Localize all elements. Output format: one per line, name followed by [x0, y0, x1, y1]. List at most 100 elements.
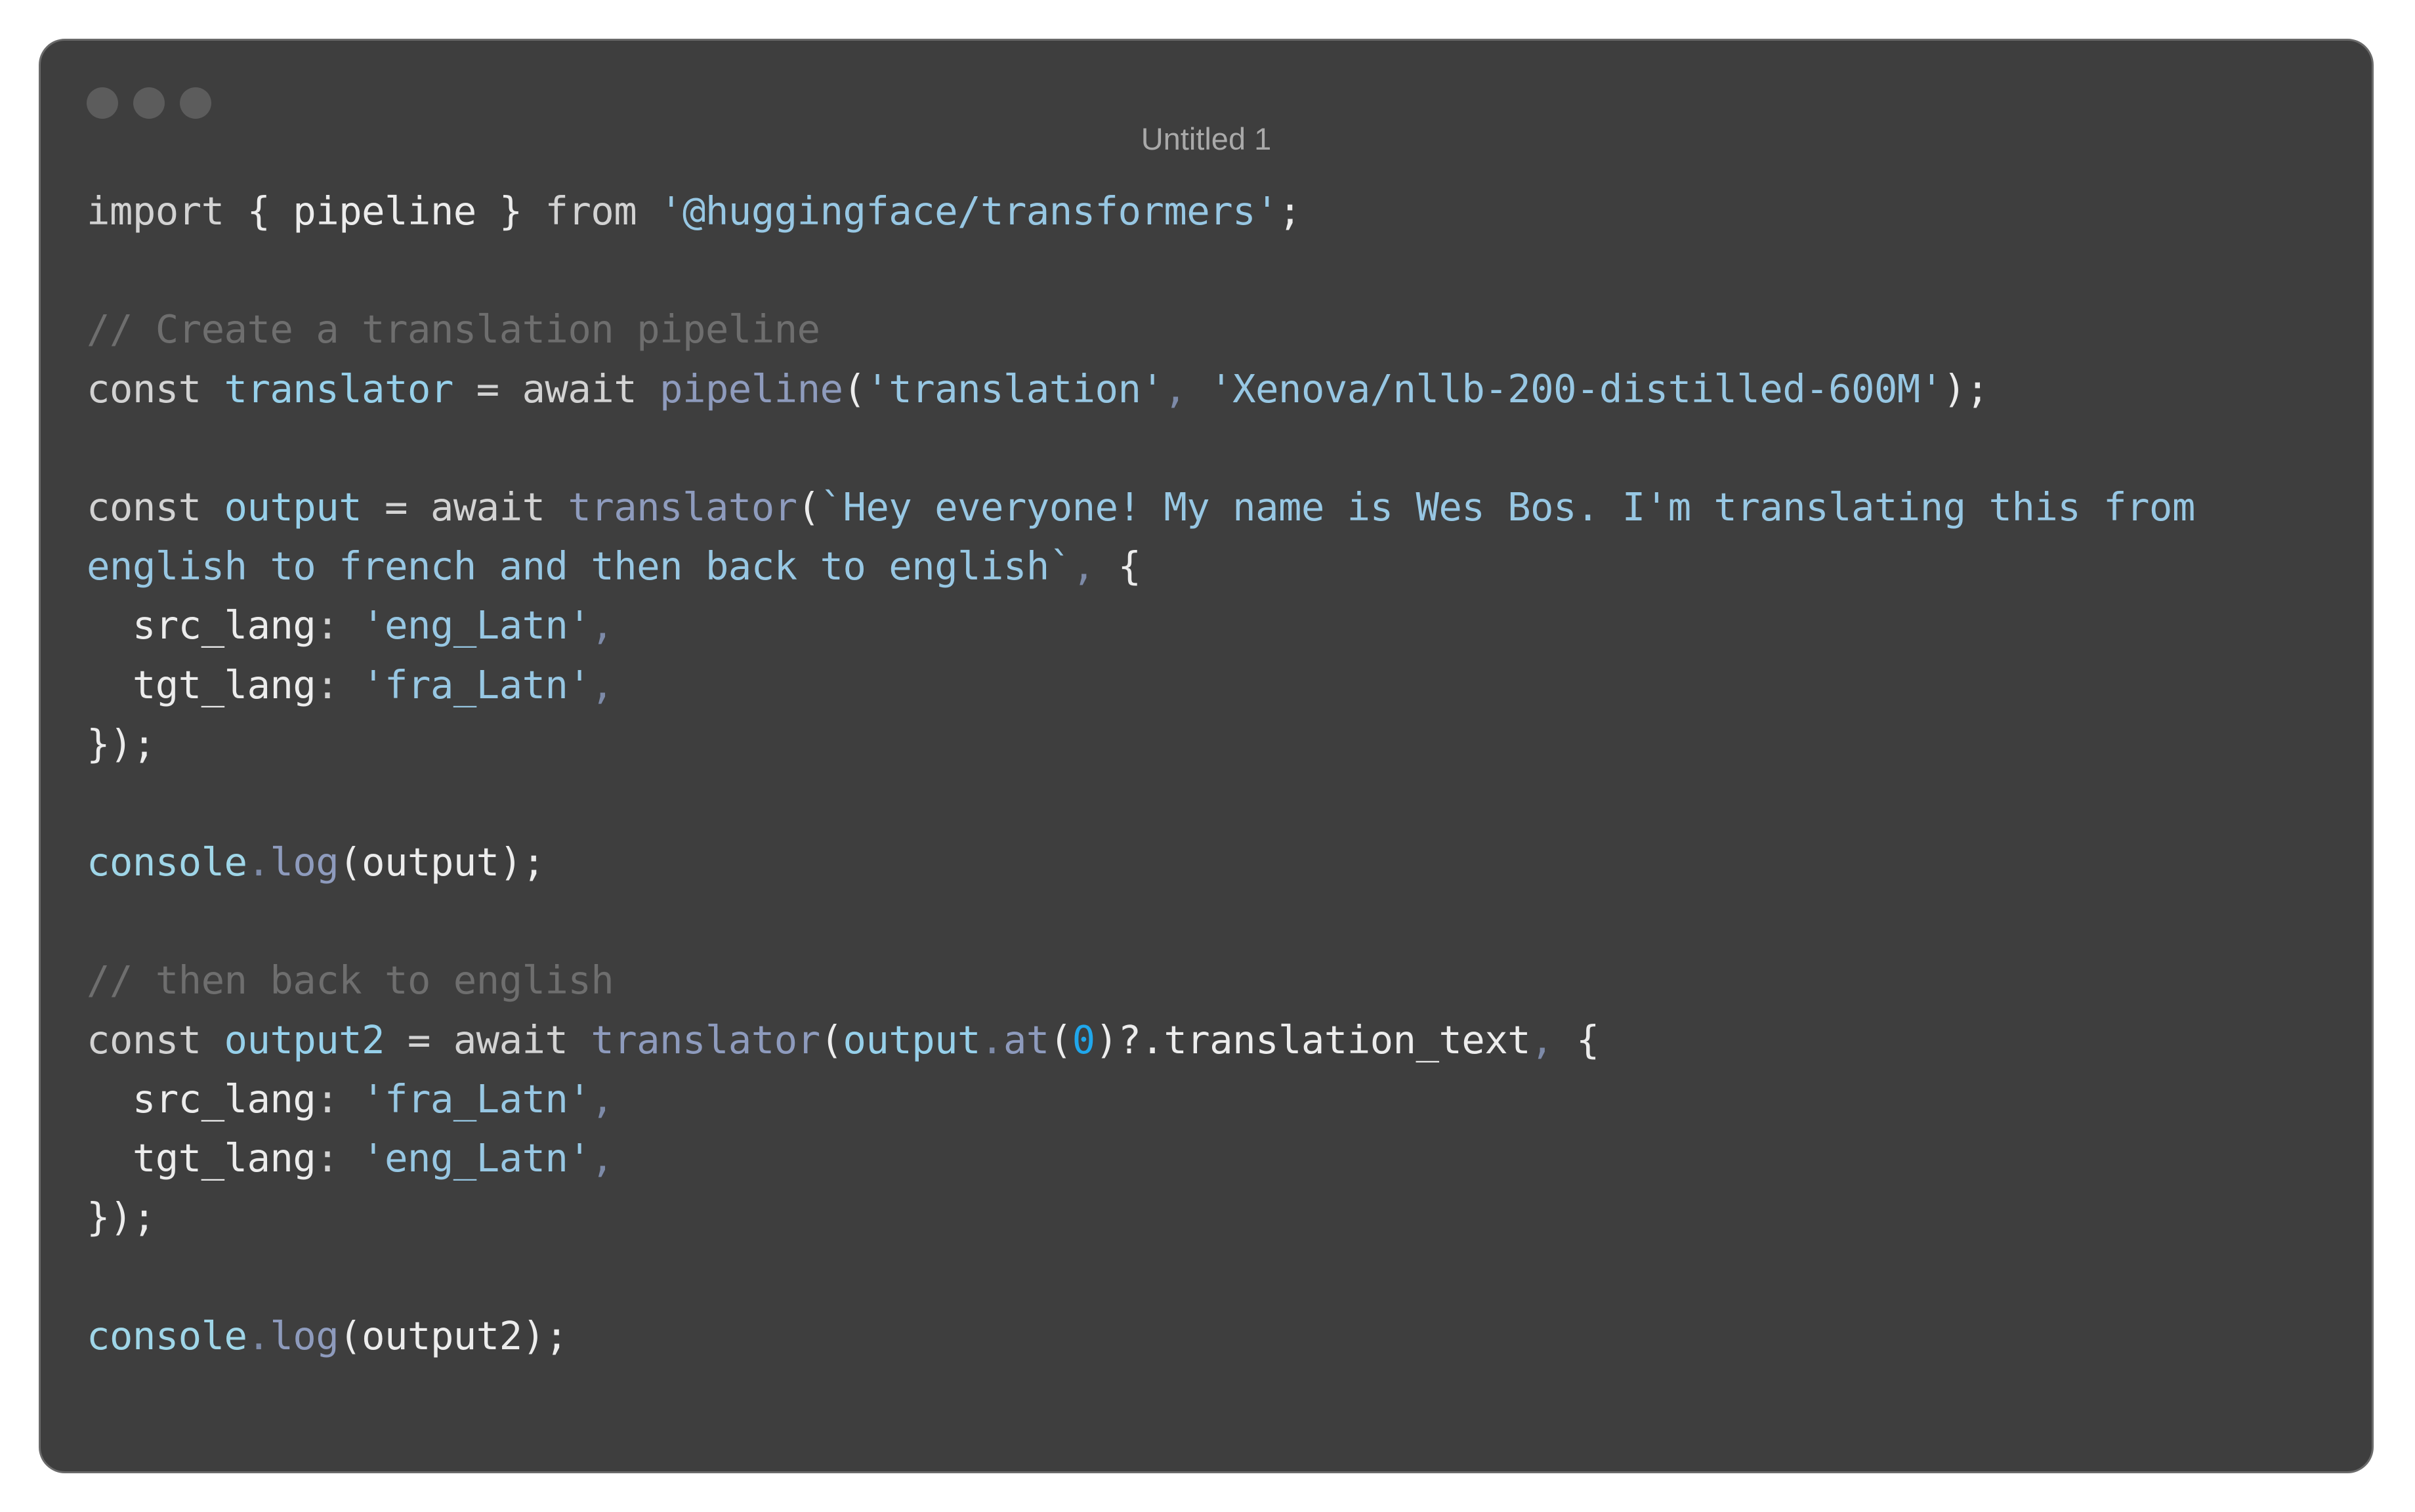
code-token: output2 [224, 1017, 385, 1062]
code-token: tgt_lang [87, 1135, 316, 1181]
code-token: ( [820, 1017, 844, 1062]
code-token: await [430, 484, 545, 530]
code-token: ; [1278, 188, 1302, 234]
code-token: (output); [339, 839, 545, 885]
code-token: tgt_lang [87, 662, 316, 707]
code-token: ( [1049, 1017, 1073, 1062]
code-token: // Create a translation pipeline [87, 306, 820, 352]
code-token: . [980, 1017, 1004, 1062]
code-token: console [87, 1312, 247, 1358]
code-line: }); [87, 1188, 2345, 1247]
code-token: , [1072, 543, 1118, 589]
code-line: const output = await translator(`Hey eve… [87, 478, 2345, 537]
code-line: import { pipeline } from '@huggingface/t… [87, 182, 2345, 241]
code-line: }); [87, 715, 2345, 774]
close-button[interactable] [87, 87, 118, 119]
code-token: 'eng_Latn' [362, 1135, 591, 1181]
code-window: Untitled 1 import { pipeline } from '@hu… [39, 39, 2374, 1473]
code-token: : [316, 1076, 362, 1122]
code-line: console.log(output2); [87, 1307, 2345, 1366]
code-token: await [453, 1017, 568, 1062]
code-line: // then back to english [87, 951, 2345, 1010]
code-token: '@huggingface/transformers' [660, 188, 1278, 234]
code-token: 'fra_Latn' [362, 662, 591, 707]
code-token: , [591, 1135, 614, 1181]
code-line: // Create a translation pipeline [87, 300, 2345, 359]
code-token: 'Xenova/nllb-200-distilled-600M' [1209, 366, 1943, 411]
code-token: 0 [1072, 1017, 1096, 1062]
code-token: await [522, 366, 637, 411]
code-token: , [1530, 1017, 1576, 1062]
code-token: { [1576, 1017, 1600, 1062]
code-token: pipeline [293, 188, 476, 234]
code-token: log [270, 839, 339, 885]
code-token: , [591, 1076, 614, 1122]
code-token: const [87, 1017, 201, 1062]
code-line: const output2 = await translator(output.… [87, 1011, 2345, 1070]
code-line: const translator = await pipeline('trans… [87, 360, 2345, 419]
code-line: src_lang: 'eng_Latn', [87, 596, 2345, 655]
code-token: log [270, 1312, 339, 1358]
code-line: tgt_lang: 'fra_Latn', [87, 656, 2345, 715]
code-token: pipeline [660, 366, 843, 411]
code-token: . [247, 839, 270, 885]
code-line: console.log(output); [87, 833, 2345, 892]
code-token: // then back to english [87, 957, 614, 1003]
code-token: 'eng_Latn' [362, 602, 591, 648]
code-token: = [453, 366, 522, 411]
code-token: const [87, 366, 201, 411]
code-token: output [843, 1017, 980, 1062]
code-token: src_lang [87, 602, 316, 648]
code-token: ( [797, 484, 821, 530]
code-token: (output2); [339, 1312, 568, 1358]
code-token: , [591, 662, 614, 707]
code-token: console [87, 839, 247, 885]
code-token: . [247, 1312, 270, 1358]
code-token: , [591, 602, 614, 648]
code-token: , [1164, 366, 1210, 411]
code-token: )?.translation_text [1095, 1017, 1531, 1062]
code-line: tgt_lang: 'eng_Latn', [87, 1129, 2345, 1188]
zoom-button[interactable] [180, 87, 211, 119]
code-token: : [316, 602, 362, 648]
code-token: english to french and then back to engli… [87, 543, 1072, 589]
code-token: output [224, 484, 362, 530]
code-token: src_lang [87, 1076, 316, 1122]
code-token: translator [224, 366, 454, 411]
code-token: }); [87, 1194, 156, 1240]
code-token: ); [1942, 366, 1989, 411]
code-token: const [87, 484, 201, 530]
code-token: 'fra_Latn' [362, 1076, 591, 1122]
code-token: `Hey everyone! My name is Wes Bos. I'm t… [820, 484, 2196, 530]
code-token: }); [87, 721, 156, 766]
minimize-button[interactable] [133, 87, 165, 119]
code-token: ( [843, 366, 866, 411]
code-token: translator [591, 1017, 820, 1062]
code-token: 'translation' [866, 366, 1164, 411]
code-token: = [384, 1017, 453, 1062]
code-token: { [224, 188, 293, 234]
code-token: } [476, 188, 545, 234]
window-title: Untitled 1 [1141, 121, 1272, 156]
code-token: translator [568, 484, 797, 530]
code-token: from [545, 188, 637, 234]
code-token: at [1003, 1017, 1049, 1062]
code-token: : [316, 1135, 362, 1181]
code-line: src_lang: 'fra_Latn', [87, 1070, 2345, 1129]
code-token: import [87, 188, 224, 234]
code-editor[interactable]: import { pipeline } from '@huggingface/t… [87, 182, 2345, 1366]
code-token: = [362, 484, 430, 530]
code-token: { [1118, 543, 1141, 589]
